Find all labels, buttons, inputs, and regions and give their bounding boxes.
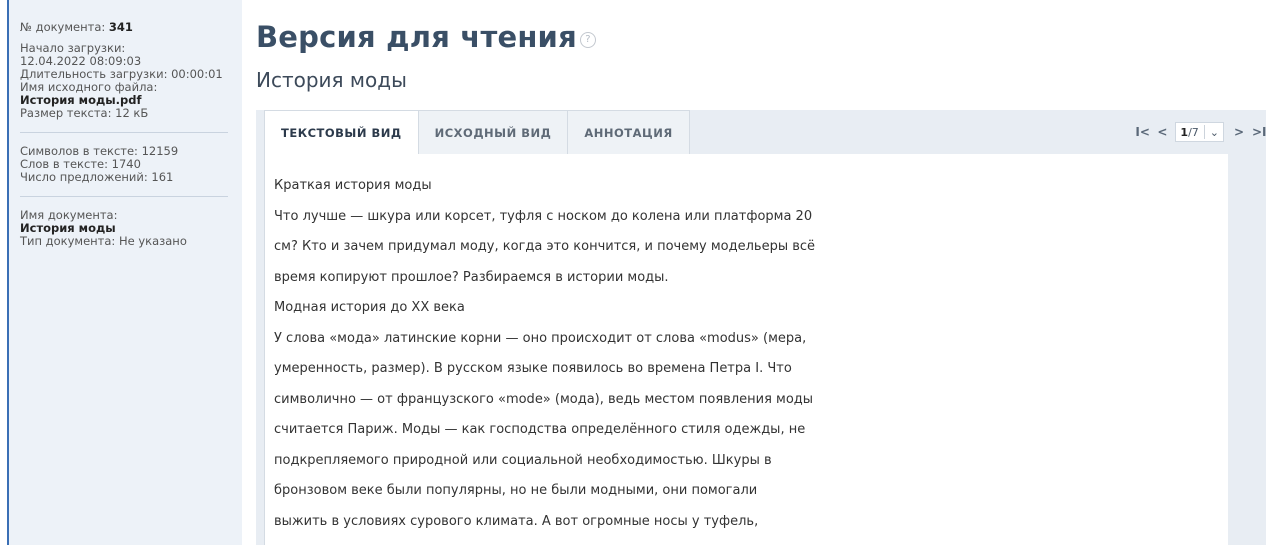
text-line: выжить в условиях сурового климата. А во…	[274, 513, 759, 529]
text-line: У слова «мода» латинские корни — оно про…	[274, 330, 807, 346]
doc-type: Тип документа: Не указано	[20, 234, 187, 248]
next-page-icon[interactable]: >	[1232, 125, 1246, 139]
page-title: Версия для чтения	[256, 20, 577, 54]
tab-text-view[interactable]: ТЕКСТОВЫЙ ВИД	[264, 110, 419, 154]
text-line: подкрепляемого природной или социальной …	[274, 452, 772, 468]
text-line: символично — от французского «mode» (мод…	[274, 391, 814, 407]
document-info-sidebar: № документа: 341 Начало загрузки: 12.04.…	[9, 0, 242, 545]
reader-panel: ТЕКСТОВЫЙ ВИД ИСХОДНЫЙ ВИД АННОТАЦИЯ I< …	[256, 110, 1267, 545]
page-select[interactable]: 1 /7 ⌄	[1175, 122, 1224, 142]
total-pages: /7	[1188, 125, 1199, 139]
page-navigator: I< < 1 /7 ⌄ > >I	[1135, 122, 1267, 142]
select-separator	[1203, 125, 1205, 139]
first-page-icon[interactable]: I<	[1135, 125, 1150, 139]
text-line: считается Париж. Моды — как господства о…	[274, 422, 806, 437]
text-line: бронзовом веке были популярны, но не был…	[274, 483, 758, 498]
title-row: Версия для чтения ?	[256, 14, 596, 54]
main-area: Версия для чтения ? История моды ТЕКСТОВ…	[256, 0, 1267, 545]
text-line: Что лучше — шкура или корсет, туфля с но…	[274, 208, 813, 224]
chevron-down-icon: ⌄	[1209, 125, 1219, 139]
sidebar-divider	[20, 132, 228, 133]
document-text: Краткая история моды Что лучше — шкура и…	[264, 154, 1228, 545]
text-stats: Символов в тексте: 12159 Слов в тексте: …	[9, 145, 242, 184]
tab-annotation[interactable]: АННОТАЦИЯ	[567, 110, 690, 154]
sidebar-divider	[20, 196, 228, 197]
text-size: Размер текста: 12 кБ	[20, 106, 149, 120]
document-title: История моды	[256, 68, 407, 92]
last-page-icon[interactable]: >I	[1252, 125, 1267, 139]
help-icon[interactable]: ?	[579, 32, 596, 48]
doc-number: № документа: 341	[20, 20, 133, 34]
text-line: Модная история до XX века	[274, 300, 465, 315]
current-page: 1	[1180, 125, 1189, 139]
text-line: умеренность, размер). В русском языке по…	[274, 361, 792, 376]
text-line: время копируют прошлое? Разбираемся в ис…	[274, 269, 669, 285]
doc-info: Имя документа: История моды Тип документ…	[9, 209, 242, 248]
text-line: см? Кто и зачем придумал моду, когда это…	[274, 239, 816, 254]
prev-page-icon[interactable]: <	[1155, 125, 1169, 139]
upload-info: № документа: 341 Начало загрузки: 12.04.…	[9, 0, 242, 120]
view-tabs: ТЕКСТОВЫЙ ВИД ИСХОДНЫЙ ВИД АННОТАЦИЯ	[264, 110, 690, 154]
text-line: Краткая история моды	[274, 178, 432, 193]
tab-source-view[interactable]: ИСХОДНЫЙ ВИД	[417, 110, 569, 154]
sentence-count: Число предложений: 161	[20, 170, 174, 184]
